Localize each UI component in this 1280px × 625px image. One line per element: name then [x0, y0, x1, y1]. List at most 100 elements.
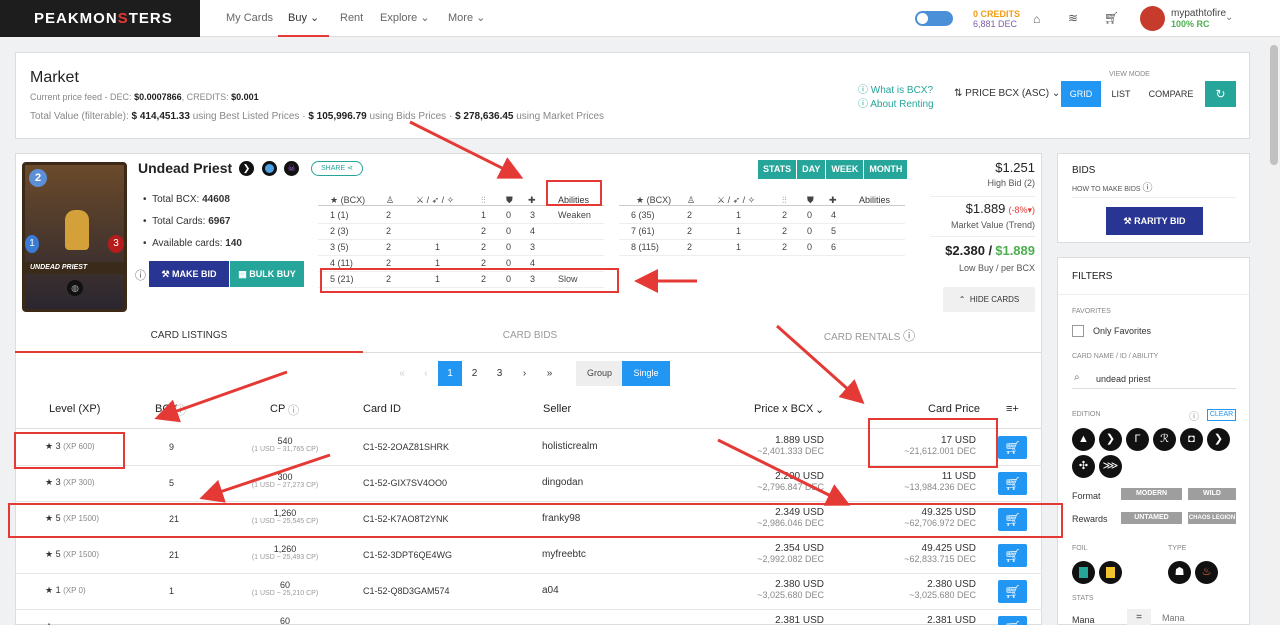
tab-card-listings[interactable]: CARD LISTINGS — [15, 320, 363, 353]
edition-icon: ❯ — [239, 161, 254, 176]
card-id-cell: C1-52-Q8D3GAM574 — [363, 586, 450, 596]
mana-input[interactable] — [1156, 610, 1236, 625]
group-toggle-button[interactable]: Group — [576, 361, 623, 386]
seller-header[interactable]: Seller — [543, 403, 571, 415]
stats-cell: 2 — [481, 258, 487, 268]
edition-beta-icon[interactable]: ❯ — [1099, 428, 1122, 451]
rewards-chaos-legion-button[interactable]: CHAOS LEGION — [1188, 512, 1236, 524]
stats-cell: 1 — [435, 242, 441, 252]
stats-cell: 0 — [807, 210, 813, 220]
cart-icon[interactable]: 🛒︎ — [1104, 11, 1119, 25]
ability-icon: ◍ — [67, 280, 83, 296]
tab-card-rentals[interactable]: CARD RENTALS ⓘ — [697, 320, 1042, 353]
bulk-buy-button[interactable]: ▦ BULK BUY — [230, 261, 304, 287]
foil-gold-icon[interactable] — [1099, 561, 1122, 584]
last-page-button[interactable]: » — [537, 361, 562, 386]
priest-figure — [65, 210, 89, 250]
edition-dice-icon[interactable]: ❯ — [1207, 428, 1230, 451]
period-buttons: STATS DAY WEEK MONTH — [758, 160, 908, 179]
hide-cards-button[interactable]: ⌃ HIDE CARDS — [943, 287, 1035, 312]
layers-icon[interactable]: ≋ — [1068, 11, 1078, 25]
edition-alpha-icon[interactable]: ▲ — [1072, 428, 1095, 451]
nav-explore[interactable]: Explore ⌄ — [380, 0, 430, 37]
prev-page-button[interactable]: ‹ — [414, 361, 438, 386]
table-row[interactable]: ★ 60 2.381 USD 2.381 USD 🛒︎ — [15, 610, 1042, 625]
edition-untamed-icon[interactable]: ◘ — [1180, 428, 1203, 451]
nav-rent[interactable]: Rent — [340, 0, 363, 37]
edition-chaos-icon[interactable]: ✣ — [1072, 455, 1095, 478]
add-to-cart-button[interactable]: 🛒︎ — [998, 580, 1027, 603]
add-to-cart-button[interactable]: 🛒︎ — [998, 544, 1027, 567]
edition-promo-icon[interactable]: Г — [1126, 428, 1149, 451]
table-row[interactable]: ★ 1 (XP 0) 1 60 (1 USD ~ 25,210 CP) C1-52-Q8… — [15, 574, 1042, 610]
foil-regular-icon[interactable] — [1072, 561, 1095, 584]
rarity-bid-button[interactable]: ⚒ RARITY BID — [1106, 207, 1203, 235]
only-favorites-checkbox[interactable] — [1072, 325, 1084, 337]
card-price-header[interactable]: Card Price — [928, 403, 980, 415]
table-row[interactable]: ★ 3 (XP 300) 5 300 (1 USD ~ 27,273 CP) C1-52… — [15, 466, 1042, 502]
edition-riftwatchers-icon[interactable]: ⋙ — [1099, 455, 1122, 478]
card-id-header[interactable]: Card ID — [363, 403, 401, 415]
foil-regular-shape — [1079, 567, 1088, 578]
make-bid-button[interactable]: ⚒ MAKE BID — [149, 261, 229, 287]
add-to-cart-button[interactable]: 🛒︎ — [998, 436, 1027, 459]
how-to-bid-link[interactable]: HOW TO MAKE BIDS ⓘ — [1072, 179, 1153, 194]
month-period-button[interactable]: MONTH — [864, 160, 908, 179]
card-price-usd: 2.381 USD — [927, 615, 976, 625]
page-scrollbar[interactable] — [1268, 37, 1280, 625]
logo[interactable]: PEAKMONSTERS — [0, 0, 200, 37]
type-summoner-icon[interactable]: ♨ — [1195, 561, 1218, 584]
clear-edition-button[interactable]: CLEAR — [1207, 409, 1236, 421]
week-period-button[interactable]: WEEK — [826, 160, 864, 179]
table-row[interactable]: ★ 5 (XP 1500) 21 1,260 (1 USD ~ 25,493 CP) C… — [15, 538, 1042, 574]
edition-reward-icon[interactable]: ℛ — [1153, 428, 1176, 451]
help-icon: ⓘ — [903, 329, 916, 343]
next-page-button[interactable]: › — [512, 361, 537, 386]
help-icon: ⓘ — [1189, 412, 1199, 423]
help-icon[interactable]: ⓘ — [135, 267, 146, 283]
price-dec: ~2,992.082 DEC — [757, 554, 824, 564]
what-is-bcx-link[interactable]: ⓘ What is BCX? — [858, 81, 933, 96]
gavel-icon: ⚒ — [161, 269, 170, 279]
format-wild-button[interactable]: WILD — [1188, 488, 1236, 500]
nav-more[interactable]: More ⌄ — [448, 0, 485, 37]
nav-buy[interactable]: Buy ⌄ — [278, 0, 330, 37]
tab-card-bids[interactable]: CARD BIDS — [363, 320, 697, 353]
total-cards: • Total Cards: 6967 — [143, 216, 231, 227]
refresh-button[interactable]: ↻ — [1205, 81, 1236, 107]
nav-my-cards[interactable]: My Cards — [226, 0, 273, 37]
share-button[interactable]: SHARE ⋖ — [311, 161, 363, 176]
scrollbar-thumb[interactable] — [1270, 45, 1278, 165]
type-monster-icon[interactable]: ☗ — [1168, 561, 1191, 584]
single-toggle-button[interactable]: Single — [622, 361, 670, 386]
first-page-button[interactable]: « — [390, 361, 414, 386]
grid-view-button[interactable]: GRID — [1061, 81, 1101, 107]
page-button-2[interactable]: 2 — [462, 361, 487, 386]
rarity-icon — [262, 161, 277, 176]
mana-operator-select[interactable]: = — [1127, 609, 1151, 625]
compare-view-button[interactable]: COMPARE — [1141, 81, 1201, 107]
card-stat-right: 3 — [108, 235, 124, 253]
page-button-3[interactable]: 3 — [487, 361, 512, 386]
theme-toggle[interactable] — [915, 11, 953, 26]
price-bcx-cell: 1.889 USD ~2,401.333 DEC — [703, 435, 824, 456]
stats-period-button[interactable]: STATS — [758, 160, 797, 179]
search-input[interactable]: ⌕ undead priest — [1072, 371, 1236, 389]
page-button-1[interactable]: 1 — [438, 361, 462, 386]
about-renting-link[interactable]: ⓘ About Renting — [858, 95, 934, 110]
cp-header[interactable]: CP — [270, 403, 285, 415]
level-header[interactable]: Level (XP) — [49, 403, 100, 415]
price-bcx-header[interactable]: Price x BCX — [754, 403, 813, 415]
stats-cell: 7 (61) — [631, 226, 655, 236]
list-view-button[interactable]: LIST — [1101, 81, 1141, 107]
add-to-cart-button[interactable]: 🛒︎ — [998, 472, 1027, 495]
sort-dropdown[interactable]: ⇅ PRICE BCX (ASC) ⌄ — [954, 88, 1060, 99]
add-to-cart-button[interactable]: 🛒︎ — [998, 616, 1027, 625]
rewards-untamed-button[interactable]: UNTAMED — [1121, 512, 1182, 524]
format-modern-button[interactable]: MODERN — [1121, 488, 1182, 500]
day-period-button[interactable]: DAY — [797, 160, 826, 179]
add-to-cart-all-icon[interactable]: ≡+ — [1006, 403, 1019, 415]
per-bcx-price: $1.889 — [995, 243, 1035, 258]
card-image[interactable]: 2 1 3 UNDEAD PRIEST ◍ — [22, 162, 127, 312]
inbox-icon[interactable]: ⌂ — [1033, 12, 1040, 26]
